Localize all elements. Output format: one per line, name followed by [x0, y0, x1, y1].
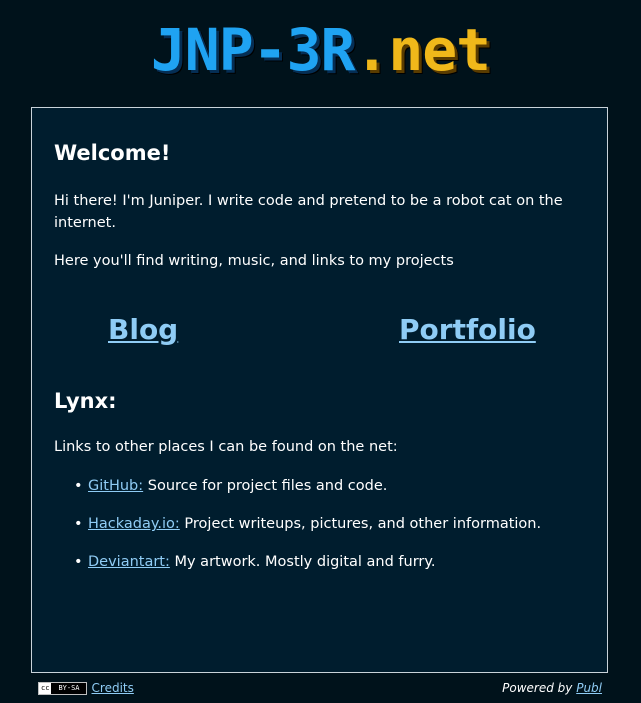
page: JNP-3R.net Welcome! Hi there! I'm Junipe…	[0, 0, 641, 703]
sub-paragraph: Here you'll find writing, music, and lin…	[54, 253, 454, 269]
portfolio-link[interactable]: Portfolio	[399, 313, 536, 346]
external-links-list: • GitHub: Source for project files and c…	[54, 475, 541, 589]
github-description: Source for project files and code.	[143, 478, 388, 494]
cc-icon: cc	[39, 682, 53, 694]
logo-tld-text: .net	[354, 16, 491, 84]
deviantart-link[interactable]: Deviantart:	[88, 554, 170, 570]
site-logo[interactable]: JNP-3R.net	[0, 14, 641, 86]
deviantart-description: My artwork. Mostly digital and furry.	[169, 554, 436, 570]
main-content-panel: Welcome! Hi there! I'm Juniper. I write …	[31, 107, 608, 673]
list-item-hackaday: • Hackaday.io: Project writeups, picture…	[54, 513, 541, 551]
footer-right: Powered by Publ	[502, 680, 602, 696]
credits-link[interactable]: Credits	[92, 681, 134, 695]
bullet-icon: •	[74, 478, 83, 494]
github-link[interactable]: GitHub:	[88, 478, 143, 494]
bullet-icon: •	[74, 554, 83, 570]
powered-by-label: Powered by	[502, 681, 577, 695]
logo-main-text: JNP-3R	[150, 16, 356, 84]
blog-link[interactable]: Blog	[108, 313, 178, 346]
cc-license-label: BY-SA	[52, 682, 86, 694]
hackaday-description: Project writeups, pictures, and other in…	[179, 516, 542, 532]
bullet-icon: •	[74, 516, 83, 532]
lynx-intro-paragraph: Links to other places I can be found on …	[54, 439, 398, 455]
intro-paragraph: Hi there! I'm Juniper. I write code and …	[54, 193, 563, 231]
hackaday-link[interactable]: Hackaday.io:	[88, 516, 180, 532]
publ-link[interactable]: Publ	[576, 681, 602, 695]
welcome-heading: Welcome!	[54, 141, 171, 165]
list-item-github: • GitHub: Source for project files and c…	[54, 475, 541, 513]
list-item-deviantart: • Deviantart: My artwork. Mostly digital…	[54, 551, 541, 589]
cc-license-badge[interactable]: cc BY-SA	[38, 681, 87, 695]
lynx-heading: Lynx:	[54, 389, 117, 413]
footer-left: cc BY-SA Credits	[38, 680, 134, 696]
